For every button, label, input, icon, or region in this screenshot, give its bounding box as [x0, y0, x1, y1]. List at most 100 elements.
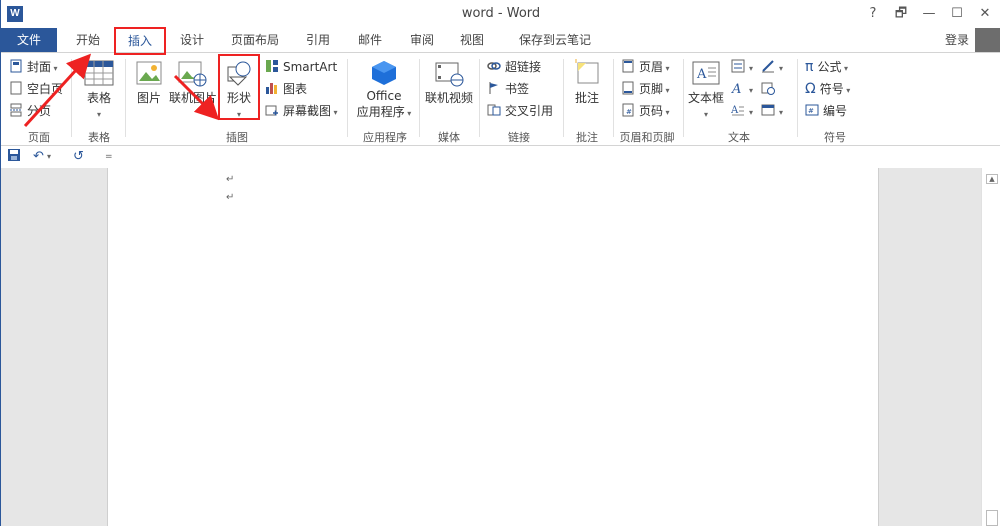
blank-page-icon [9, 81, 23, 95]
date-time-button[interactable] [761, 79, 779, 99]
tab-home[interactable]: 开始 [67, 28, 109, 52]
online-picture-icon [178, 61, 207, 87]
scroll-up-icon[interactable]: ▲ [986, 174, 998, 184]
tab-save-to-cloud-note[interactable]: 保存到云笔记 [503, 28, 607, 52]
group-label-media: 媒体 [438, 131, 460, 144]
equation-button[interactable]: π 公式 ▾ [805, 57, 848, 77]
office-store-icon [372, 61, 396, 85]
textbox-icon: A [692, 61, 720, 85]
customize-qat-icon[interactable]: = [105, 148, 113, 166]
vertical-scrollbar[interactable]: ▲ [981, 168, 1000, 526]
login-link[interactable]: 登录 [945, 28, 969, 52]
group-label-header-footer: 页眉和页脚 [619, 131, 675, 144]
textbox-button[interactable]: A 文本框 ▾ [687, 59, 725, 120]
online-picture-button[interactable]: 联机图片 [169, 59, 217, 106]
omega-icon: Ω [805, 81, 816, 97]
smartart-button[interactable]: SmartArt [265, 57, 337, 77]
comment-button[interactable]: 批注 [567, 59, 607, 106]
signature-line-icon [761, 59, 775, 73]
bookmark-icon [487, 81, 501, 95]
group-label-apps: 应用程序 [363, 131, 407, 144]
footer-button[interactable]: 页脚 ▾ [621, 79, 670, 99]
highlight-shapes-button [218, 54, 260, 120]
paragraph-mark: ↵ [226, 174, 235, 185]
group-label-pages: 页面 [28, 131, 50, 144]
svg-text:A: A [731, 105, 739, 116]
footer-icon [621, 81, 635, 95]
save-icon[interactable] [7, 148, 21, 166]
signature-line-button[interactable]: ▾ [761, 57, 783, 77]
window-title: word - Word [461, 6, 541, 21]
office-apps-button[interactable]: Office 应用程序 ▾ [353, 59, 415, 120]
object-icon [761, 103, 775, 117]
quick-parts-icon [731, 59, 745, 73]
tab-view[interactable]: 视图 [451, 28, 493, 52]
hyperlink-icon [487, 59, 501, 73]
maximize-button[interactable]: ☐ [947, 4, 967, 24]
group-label-symbols: 符号 [824, 131, 846, 144]
word-window: W word - Word ? 🗗 — ☐ ✕ 文件 开始 插入 设计 页面布局… [0, 0, 1000, 526]
header-button[interactable]: 页眉 ▾ [621, 57, 670, 77]
svg-text:A: A [731, 82, 741, 95]
highlight-insert-tab [114, 27, 166, 55]
redo-icon[interactable]: ↺ [73, 148, 84, 166]
svg-text:#: # [808, 107, 814, 115]
svg-text:#: # [626, 108, 632, 116]
close-button[interactable]: ✕ [975, 4, 995, 24]
date-time-icon [761, 81, 775, 95]
screenshot-button[interactable]: 屏幕截图 ▾ [265, 101, 338, 121]
page-number-icon: # [621, 103, 635, 117]
tab-references[interactable]: 引用 [297, 28, 339, 52]
object-button[interactable]: ▾ [761, 101, 783, 121]
document-canvas: ↵ ↵ [1, 168, 981, 526]
tab-file[interactable]: 文件 [1, 28, 57, 52]
tab-page-layout[interactable]: 页面布局 [223, 28, 287, 52]
numbering-icon: # [805, 103, 819, 117]
chart-button[interactable]: 图表 [265, 79, 307, 99]
page-number-button[interactable]: # 页码 ▾ [621, 101, 670, 121]
page-break-button[interactable]: 分页 [9, 101, 51, 121]
cross-reference-icon [487, 103, 501, 117]
tab-design[interactable]: 设计 [171, 28, 213, 52]
picture-icon [136, 61, 162, 85]
smartart-icon [265, 59, 279, 73]
wordart-icon: A [731, 81, 745, 97]
drop-cap-button[interactable]: A ▾ [730, 101, 753, 121]
tab-review[interactable]: 审阅 [401, 28, 443, 52]
numbering-button[interactable]: # 编号 [805, 101, 847, 121]
online-video-button[interactable]: 联机视频 [423, 59, 475, 106]
wordart-button[interactable]: A ▾ [731, 79, 753, 99]
minimize-button[interactable]: — [919, 4, 939, 24]
help-button[interactable]: ? [863, 4, 883, 24]
hyperlink-button[interactable]: 超链接 [487, 57, 541, 77]
table-icon [84, 60, 114, 86]
symbol-button[interactable]: Ω 符号 ▾ [805, 79, 850, 99]
screenshot-icon [265, 103, 279, 117]
paragraph-mark: ↵ [226, 192, 235, 203]
document-page[interactable]: ↵ ↵ [107, 168, 879, 526]
group-label-table: 表格 [88, 131, 110, 144]
scroll-thumb[interactable] [986, 510, 998, 526]
quick-parts-button[interactable]: ▾ [731, 57, 753, 77]
comment-icon [575, 59, 599, 84]
pi-icon: π [805, 59, 814, 75]
bookmark-button[interactable]: 书签 [487, 79, 529, 99]
undo-dropdown-icon[interactable]: ▾ [47, 148, 51, 166]
cover-page-icon [9, 59, 23, 73]
header-icon [621, 59, 635, 73]
blank-page-button[interactable]: 空白页 [9, 79, 63, 99]
group-label-comments: 批注 [576, 131, 598, 144]
table-button[interactable]: 表格 ▾ [81, 59, 117, 120]
picture-button[interactable]: 图片 [131, 59, 167, 106]
account-avatar[interactable] [975, 28, 1000, 52]
svg-text:A: A [696, 67, 707, 82]
group-label-illustrations: 插图 [226, 131, 248, 144]
cross-reference-button[interactable]: 交叉引用 [487, 101, 553, 121]
cover-page-button[interactable]: 封面 ▾ [9, 57, 58, 77]
online-video-icon [435, 62, 464, 87]
tab-mailings[interactable]: 邮件 [349, 28, 391, 52]
drop-cap-icon: A [730, 103, 745, 117]
undo-icon[interactable]: ↶ [33, 148, 44, 166]
ribbon-display-options-icon[interactable]: 🗗 [891, 4, 911, 24]
group-label-text: 文本 [728, 131, 750, 144]
